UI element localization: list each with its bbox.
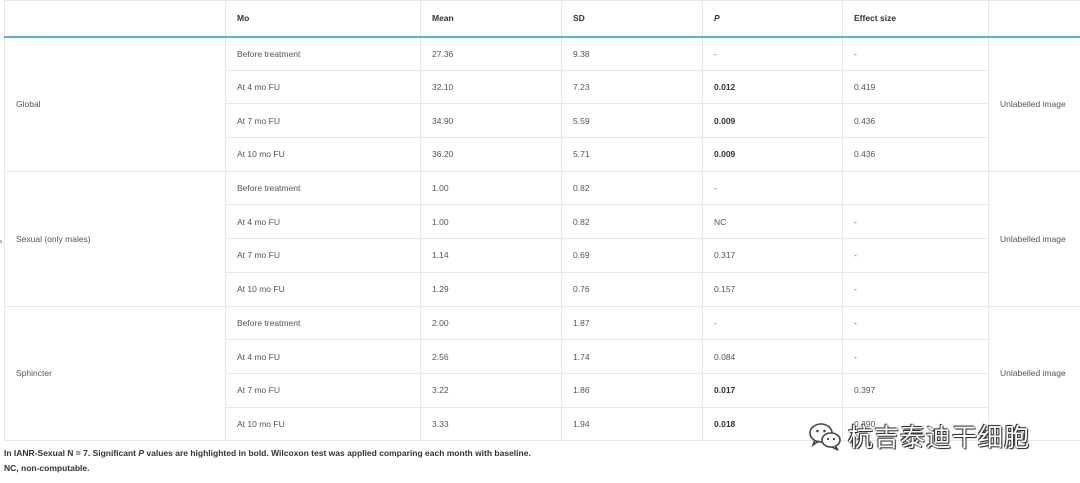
cell-mean: 3.33 xyxy=(420,406,562,442)
header-p: P xyxy=(702,0,843,38)
results-table: Mo Mean SD P Effect size Global Before tr… xyxy=(4,0,1080,442)
unlabelled-image: Unlabelled image xyxy=(988,36,1080,172)
cell-mean: 3.22 xyxy=(420,372,562,408)
cell-mo: At 7 mo FU xyxy=(225,372,421,408)
cell-p: NC xyxy=(702,204,843,240)
cell-effect-size: - xyxy=(842,36,989,71)
group-label: Sphincter xyxy=(4,305,226,442)
cell-effect-size: 0.397 xyxy=(842,372,989,408)
cell-mo: At 10 mo FU xyxy=(225,271,421,307)
table-row: Sphincter Before treatment 2.00 1.87- - Unlab… xyxy=(4,305,1080,442)
cell-mo: At 10 mo FU xyxy=(225,406,421,442)
header-mean: Mean xyxy=(420,0,562,38)
cell-effect-size: 0.436 xyxy=(842,103,989,139)
table-row: Sexual (only males) Before treatment 1.00 0… xyxy=(4,170,1080,307)
cell-p: 0.017 xyxy=(702,372,843,408)
header-blank xyxy=(4,0,226,38)
left-edge-mark xyxy=(0,240,2,243)
group-label: Global xyxy=(4,36,226,172)
cell-mean: 2.56 xyxy=(420,339,562,374)
cell-mean: 36.20 xyxy=(420,137,562,172)
cell-p: 0.084 xyxy=(702,339,843,374)
cell-sd: 0.76 xyxy=(561,271,703,307)
cell-sd: 5.59 xyxy=(561,103,703,139)
cell-effect-size: - xyxy=(842,204,989,240)
cell-sd: 0.82 xyxy=(561,204,703,240)
cell-mean: 32.10 xyxy=(420,69,562,105)
cell-sd: 1.86 xyxy=(561,372,703,408)
cell-mo: At 4 mo FU xyxy=(225,69,421,105)
table-footnotes: In IANR-Sexual N = 7. Significant P valu… xyxy=(4,446,531,476)
watermark: 杭吉泰迪干细胞 xyxy=(808,418,1030,454)
cell-mo: At 7 mo FU xyxy=(225,238,421,273)
cell-p: - xyxy=(702,36,843,71)
header-row: Mo Mean SD P Effect size xyxy=(4,0,1080,38)
cell-p: - xyxy=(702,170,843,206)
cell-mean: 1.00 xyxy=(420,170,562,206)
cell-effect-size: - xyxy=(842,271,989,307)
cell-mo: Before treatment xyxy=(225,170,421,206)
cell-mean: 27.36 xyxy=(420,36,562,71)
cell-mean: 34.90 xyxy=(420,103,562,139)
cell-mean: 1.29 xyxy=(420,271,562,307)
cell-sd: 0.82 xyxy=(561,170,703,206)
cell-mo: At 7 mo FU xyxy=(225,103,421,139)
cell-sd: 1.94 xyxy=(561,406,703,442)
cell-effect-size: 0.419 xyxy=(842,69,989,105)
header-image xyxy=(988,0,1080,38)
watermark-text: 杭吉泰迪干细胞 xyxy=(848,423,1031,452)
cell-p: 0.157 xyxy=(702,271,843,307)
table-row: Global Before treatment 27.36 9.38- - Unlabel… xyxy=(4,36,1080,172)
cell-sd: 1.74 xyxy=(561,339,703,374)
cell-mean: 1.14 xyxy=(420,238,562,273)
unlabelled-image: Unlabelled image xyxy=(988,170,1080,307)
cell-sd: 0.69 xyxy=(561,238,703,273)
cell-p: 0.009 xyxy=(702,137,843,172)
cell-effect-size: - xyxy=(842,305,989,341)
cell-effect-size: 0.436 xyxy=(842,137,989,172)
cell-mo: At 4 mo FU xyxy=(225,339,421,374)
cell-sd: 7.23 xyxy=(561,69,703,105)
cell-mo: Before treatment xyxy=(225,305,421,341)
footnote-significance: In IANR-Sexual N = 7. Significant P valu… xyxy=(4,448,531,458)
group-label: Sexual (only males) xyxy=(4,170,226,307)
cell-p: 0.317 xyxy=(702,238,843,273)
cell-mean: 1.00 xyxy=(420,204,562,240)
cell-p: 0.009 xyxy=(702,103,843,139)
cell-effect-size: - xyxy=(842,339,989,374)
wechat-logo-icon xyxy=(809,423,841,451)
cell-mo: Before treatment xyxy=(225,36,421,71)
footnote-nc: NC, non-computable. xyxy=(4,463,90,473)
cell-sd: 9.38 xyxy=(561,36,703,71)
cell-mo: At 10 mo FU xyxy=(225,137,421,172)
cell-mean: 2.00 xyxy=(420,305,562,341)
header-effect-size: Effect size xyxy=(842,0,989,38)
cell-sd: 5.71 xyxy=(561,137,703,172)
cell-p: 0.012 xyxy=(702,69,843,105)
cell-sd: 1.87 xyxy=(561,305,703,341)
cell-effect-size xyxy=(842,170,989,206)
cell-p: - xyxy=(702,305,843,341)
header-sd: SD xyxy=(561,0,703,38)
cell-effect-size: - xyxy=(842,238,989,273)
cell-mo: At 4 mo FU xyxy=(225,204,421,240)
header-mo: Mo xyxy=(225,0,421,38)
